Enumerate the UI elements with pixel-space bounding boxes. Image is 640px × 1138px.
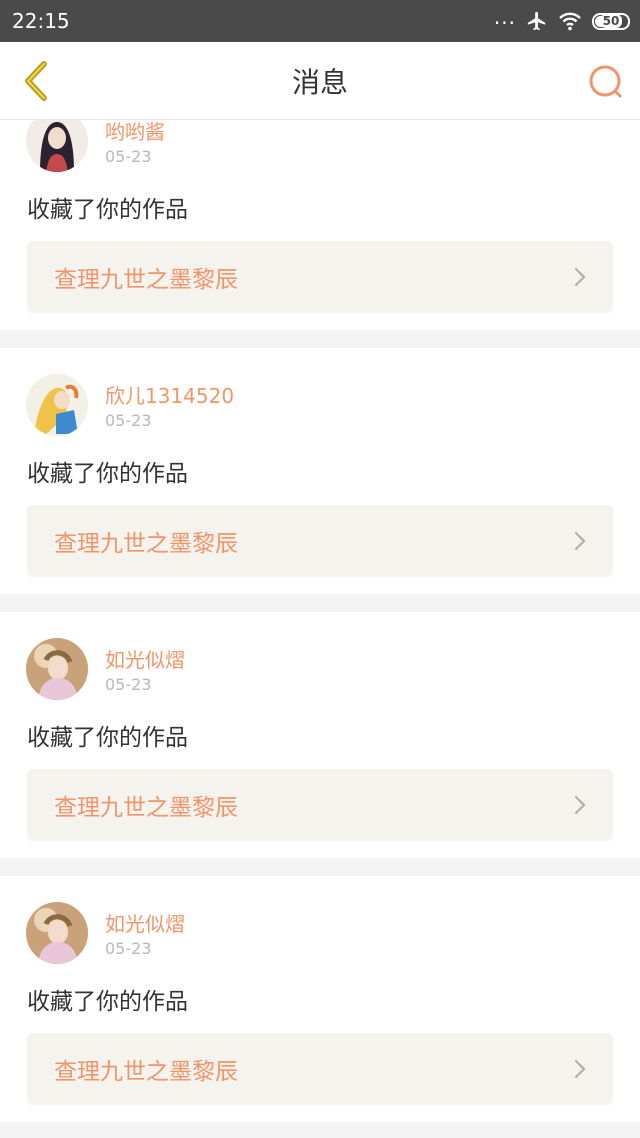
avatar[interactable] — [26, 902, 88, 964]
battery-level: 50 — [599, 14, 623, 28]
list-item: 欣儿1314520 05-23 收藏了你的作品 查理九世之墨黎辰 — [0, 348, 640, 594]
chevron-right-icon — [574, 795, 586, 815]
battery-icon: 50 — [592, 12, 630, 30]
work-link[interactable]: 查理九世之墨黎辰 — [27, 1033, 613, 1105]
work-title: 查理九世之墨黎辰 — [54, 531, 238, 557]
action-text: 收藏了你的作品 — [27, 989, 188, 1015]
work-link[interactable]: 查理九世之墨黎辰 — [27, 505, 613, 577]
chevron-right-icon — [574, 1059, 586, 1079]
more-dots-icon: ... — [493, 5, 516, 29]
action-text: 收藏了你的作品 — [27, 725, 188, 751]
list-item: 如光似熠 05-23 收藏了你的作品 查理九世之墨黎辰 — [0, 612, 640, 858]
status-bar: 22:15 ... 50 — [0, 0, 640, 42]
timestamp: 05-23 — [105, 411, 152, 430]
username[interactable]: 如光似熠 — [105, 908, 185, 937]
airplane-mode-icon — [527, 11, 546, 31]
chevron-right-icon — [574, 531, 586, 551]
chevron-right-icon — [574, 267, 586, 287]
work-title: 查理九世之墨黎辰 — [54, 1059, 238, 1085]
status-time: 22:15 — [12, 9, 70, 33]
timestamp: 05-23 — [105, 939, 152, 958]
status-icons: ... 50 — [493, 5, 630, 32]
action-text: 收藏了你的作品 — [27, 461, 188, 487]
list-item: 哟哟酱 05-23 收藏了你的作品 查理九世之墨黎辰 — [0, 120, 640, 330]
username[interactable]: 欣儿1314520 — [105, 380, 234, 409]
action-text: 收藏了你的作品 — [27, 197, 188, 223]
work-link[interactable]: 查理九世之墨黎辰 — [27, 241, 613, 313]
username[interactable]: 哟哟酱 — [105, 120, 165, 145]
timestamp: 05-23 — [105, 675, 152, 694]
wifi-icon — [559, 12, 581, 31]
header: 消息 — [0, 42, 640, 120]
back-chevron-icon[interactable] — [16, 58, 56, 104]
search-icon[interactable] — [586, 62, 626, 102]
username[interactable]: 如光似熠 — [105, 644, 185, 673]
avatar[interactable] — [26, 638, 88, 700]
avatar[interactable] — [26, 120, 88, 172]
timestamp: 05-23 — [105, 147, 152, 166]
list-item: 如光似熠 05-23 收藏了你的作品 查理九世之墨黎辰 — [0, 876, 640, 1122]
message-list[interactable]: 哟哟酱 05-23 收藏了你的作品 查理九世之墨黎辰 欣儿1314520 05-… — [0, 120, 640, 1138]
work-link[interactable]: 查理九世之墨黎辰 — [27, 769, 613, 841]
work-title: 查理九世之墨黎辰 — [54, 267, 238, 293]
page-title: 消息 — [291, 65, 348, 99]
avatar[interactable] — [26, 374, 88, 436]
work-title: 查理九世之墨黎辰 — [54, 795, 238, 821]
